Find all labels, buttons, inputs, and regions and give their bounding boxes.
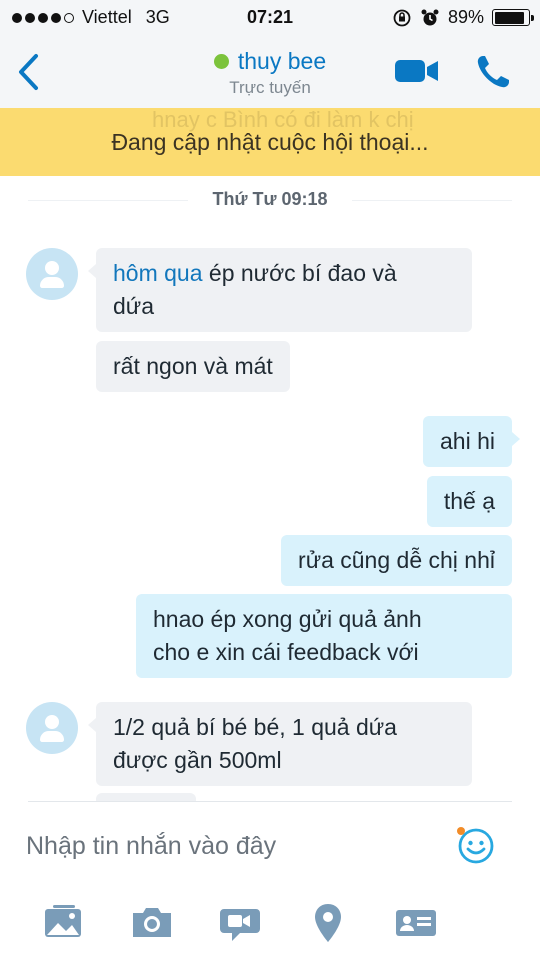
message-bubble-outgoing[interactable]: rửa cũng dễ chị nhỉ	[281, 535, 512, 586]
camera-icon[interactable]	[130, 901, 174, 945]
battery-percent: 89%	[447, 7, 484, 27]
message-text: ép nước bí đao và	[202, 260, 397, 286]
message-bubble-outgoing[interactable]: thế ạ	[426, 476, 512, 527]
message-text: cho e xin cái feedback với	[153, 639, 419, 665]
battery-icon	[492, 9, 534, 26]
video-message-icon[interactable]	[218, 901, 262, 945]
presence-indicator	[213, 54, 229, 69]
message-text: ahi hi	[440, 428, 495, 454]
message-bubble-incoming[interactable]: rất ngon và mát	[96, 341, 290, 392]
rotation-lock-icon	[393, 9, 411, 26]
contact-card-icon[interactable]	[394, 901, 438, 945]
conversation-header: thuy bee Trực tuyến	[0, 36, 540, 108]
message-text: được gần 500ml	[113, 747, 282, 773]
avatar[interactable]	[26, 702, 78, 754]
status-bar: Viettel 3G 07:21 89%	[0, 0, 540, 36]
message-bubble-incoming[interactable]: hôm qua ép nước bí đao và dứa	[88, 248, 472, 332]
phone-call-icon[interactable]	[474, 53, 512, 91]
composer	[0, 801, 540, 960]
banner-text: Đang cập nhật cuộc hội thoại...	[111, 129, 429, 155]
status-icons: 89%	[392, 7, 534, 28]
message-text: thế ạ	[443, 488, 495, 514]
location-icon[interactable]	[306, 901, 350, 945]
message-text: rất ngon và mát	[113, 353, 273, 379]
message-text: dứa	[113, 293, 154, 319]
video-call-icon[interactable]	[393, 56, 441, 86]
message-bubble-incoming-partial[interactable]	[96, 793, 196, 801]
message-text: hnao ép xong gửi quả ảnh	[153, 606, 422, 632]
alarm-icon	[421, 9, 439, 25]
contact-info[interactable]: thuy bee Trực tuyến	[0, 48, 540, 98]
avatar[interactable]	[26, 248, 78, 300]
message-bubble-outgoing[interactable]: ahi hi	[423, 416, 520, 467]
message-list[interactable]: Thứ Tư 09:18 hôm qua ép nước bí đao và d…	[0, 176, 540, 801]
message-bubble-incoming[interactable]: 1/2 quả bí bé bé, 1 quả dứa được gần 500…	[88, 702, 472, 786]
message-text: 1/2 quả bí bé bé, 1 quả dứa	[113, 714, 397, 740]
message-bubble-outgoing[interactable]: hnao ép xong gửi quả ảnh cho e xin cái f…	[136, 594, 512, 678]
message-link-text[interactable]: hôm qua	[113, 260, 203, 286]
contact-status: Trực tuyến	[229, 78, 311, 97]
emoji-icon[interactable]	[455, 825, 495, 865]
contact-name: thuy bee	[237, 48, 327, 74]
date-separator: Thứ Tư 09:18	[28, 188, 512, 212]
message-text: rửa cũng dễ chị nhỉ	[298, 547, 495, 573]
message-input[interactable]	[26, 825, 436, 867]
composer-toolbar	[0, 901, 540, 951]
updating-banner: hnay c Bình có đi làm k chị Đang cập nhậ…	[0, 108, 540, 176]
gallery-icon[interactable]	[42, 901, 86, 945]
